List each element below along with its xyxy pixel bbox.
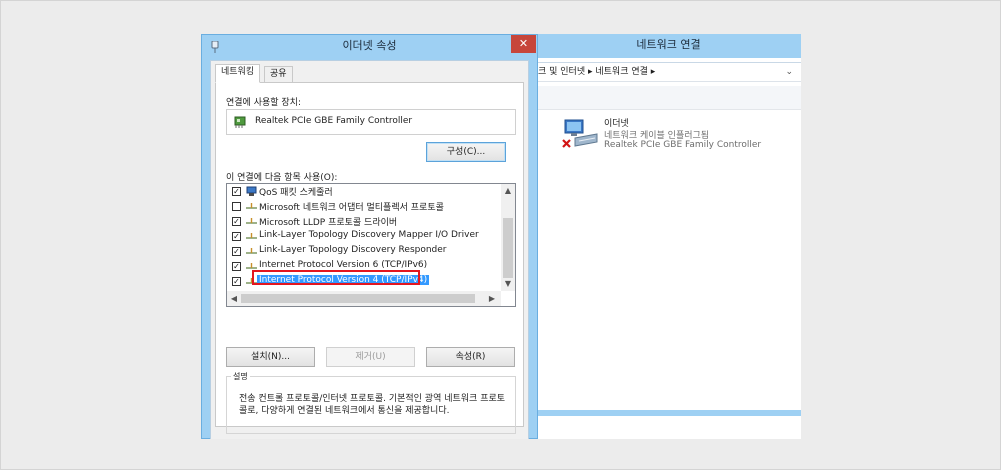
components-list[interactable]: ✓ QoS 패킷 스케줄러 Microsoft 네트워크 어댑터 멀티플렉서 프… [226,183,516,307]
scroll-right-icon[interactable]: ▶ [485,294,499,303]
networking-tab-panel: 연결에 사용할 장치: Realtek PCIe GBE Family Cont… [215,82,524,434]
checkbox[interactable]: ✓ [232,187,241,196]
scroll-down-icon[interactable]: ▼ [501,279,515,288]
protocol-icon [246,233,257,239]
command-bar [536,86,801,110]
item-label: Microsoft LLDP 프로토콜 드라이버 [259,218,398,228]
address-dropdown-icon[interactable]: ⌄ [785,63,793,81]
explorer-bottom-border [536,410,801,416]
connection-device: Realtek PCIe GBE Family Controller [604,140,762,150]
device-name: Realtek PCIe GBE Family Controller [255,116,413,126]
close-button[interactable]: ✕ [511,35,536,53]
scroll-left-icon[interactable]: ◀ [227,294,241,303]
configure-button[interactable]: 구성(C)... [426,142,506,162]
address-bar[interactable]: 크 및 인터넷 ▸ 네트워크 연결 ▸ ⌄ [536,62,801,82]
items-label: 이 연결에 다음 항목 사용(O): [226,173,338,183]
list-item[interactable]: ✓ Microsoft LLDP 프로토콜 드라이버 [229,214,499,229]
protocol-icon [246,218,257,224]
checkbox[interactable] [232,202,241,211]
tab-sharing[interactable]: 공유 [264,66,293,83]
item-label: Link-Layer Topology Discovery Mapper I/O… [259,230,479,240]
checkbox[interactable]: ✓ [232,217,241,226]
description-title: 설명 [231,371,250,382]
checkbox[interactable]: ✓ [232,232,241,241]
item-label: QoS 패킷 스케줄러 [259,188,333,198]
address-path: 크 및 인터넷 ▸ 네트워크 연결 ▸ [538,67,656,77]
properties-button[interactable]: 속성(R) [426,347,515,367]
item-label: Link-Layer Topology Discovery Responder [259,245,447,255]
protocol-icon [246,248,257,254]
screenshot-area: 네트워크 연결 크 및 인터넷 ▸ 네트워크 연결 ▸ ⌄ 이더넷 네트워크 케… [201,34,801,439]
network-connections-window: 네트워크 연결 크 및 인터넷 ▸ 네트워크 연결 ▸ ⌄ 이더넷 네트워크 케… [536,34,801,439]
scroll-up-icon[interactable]: ▲ [501,186,515,195]
item-label: Internet Protocol Version 6 (TCP/IPv6) [259,260,428,270]
horizontal-scroll-thumb[interactable] [241,294,475,303]
ethernet-properties-dialog: 이더넷 속성 ✕ 네트워킹 공유 연결에 사용할 장치: Realtek PCI… [201,34,538,439]
item-label: Microsoft 네트워크 어댑터 멀티플렉서 프로토콜 [259,203,444,213]
list-item[interactable]: Microsoft 네트워크 어댑터 멀티플렉서 프로토콜 [229,199,499,214]
ethernet-connection-item[interactable]: 이더넷 네트워크 케이블 인플러그됨 Realtek PCIe GBE Fami… [561,116,801,156]
checkbox[interactable]: ✓ [232,247,241,256]
network-adapter-disconnected-icon [562,119,598,148]
connect-using-label: 연결에 사용할 장치: [226,98,301,108]
screenshot-frame: 네트워크 연결 크 및 인터넷 ▸ 네트워크 연결 ▸ ⌄ 이더넷 네트워크 케… [0,0,1001,470]
list-item[interactable]: ✓ Link-Layer Topology Discovery Mapper I… [229,229,499,244]
network-card-icon [234,116,246,128]
vertical-scrollbar[interactable]: ▲ ▼ [501,184,515,291]
checkbox[interactable]: ✓ [232,262,241,271]
tab-networking[interactable]: 네트워킹 [215,64,261,83]
tcp-ipv4-highlight-outline [252,270,420,285]
explorer-title: 네트워크 연결 [536,34,801,58]
dialog-body: 네트워킹 공유 연결에 사용할 장치: Realtek PCIe GBE Fam… [210,60,529,439]
uninstall-button: 제거(U) [326,347,415,367]
description-text: 전송 컨트롤 프로토콜/인터넷 프로토콜. 기본적인 광역 네트워크 프로토콜로… [239,394,506,416]
checkbox[interactable]: ✓ [232,277,241,286]
dialog-title: 이더넷 속성 [342,39,397,52]
horizontal-scrollbar[interactable]: ◀ ▶ [227,291,501,306]
protocol-icon [246,203,257,209]
install-button[interactable]: 설치(N)... [226,347,315,367]
qos-icon [246,186,257,196]
list-item[interactable]: ✓ Link-Layer Topology Discovery Responde… [229,244,499,259]
vertical-scroll-thumb[interactable] [503,218,513,278]
description-group: 설명 전송 컨트롤 프로토콜/인터넷 프로토콜. 기본적인 광역 네트워크 프로… [226,371,516,434]
device-box: Realtek PCIe GBE Family Controller [226,109,516,135]
list-item[interactable]: ✓ QoS 패킷 스케줄러 [229,184,499,199]
